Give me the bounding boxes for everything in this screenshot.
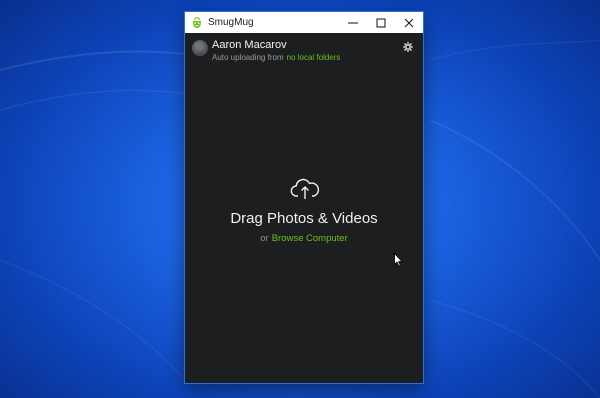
- mouse-cursor-icon: [394, 253, 403, 267]
- close-button[interactable]: [395, 12, 423, 33]
- or-text: or: [260, 233, 269, 244]
- close-icon: [404, 18, 414, 27]
- gear-icon[interactable]: [403, 42, 413, 52]
- window-title: SmugMug: [208, 17, 254, 28]
- avatar[interactable]: [192, 40, 208, 56]
- upload-status: Auto uploading from no local folders: [212, 53, 340, 63]
- title-bar[interactable]: SmugMug: [185, 12, 423, 33]
- maximize-button[interactable]: [367, 12, 395, 33]
- browse-computer-link[interactable]: Browse Computer: [272, 233, 348, 244]
- user-name: Aaron Macarov: [212, 39, 287, 51]
- account-header: Aaron Macarov Auto uploading from no loca…: [185, 36, 423, 66]
- browse-line: or Browse Computer: [185, 233, 423, 245]
- cloud-upload-icon: [290, 178, 320, 199]
- avatar-photo: [194, 43, 206, 56]
- smugmug-window: SmugMug Aaron Macarov Auto uploading fro…: [185, 12, 423, 383]
- smugmug-logo-icon: [193, 17, 201, 28]
- drop-zone[interactable]: Drag Photos & Videos or Browse Computer: [185, 162, 423, 262]
- drag-photos-title: Drag Photos & Videos: [230, 210, 378, 227]
- upload-status-text: Auto uploading from: [212, 53, 284, 62]
- local-folders-link[interactable]: no local folders: [287, 53, 341, 62]
- maximize-icon: [376, 18, 386, 27]
- minimize-button[interactable]: [339, 12, 367, 33]
- minimize-icon: [348, 22, 358, 23]
